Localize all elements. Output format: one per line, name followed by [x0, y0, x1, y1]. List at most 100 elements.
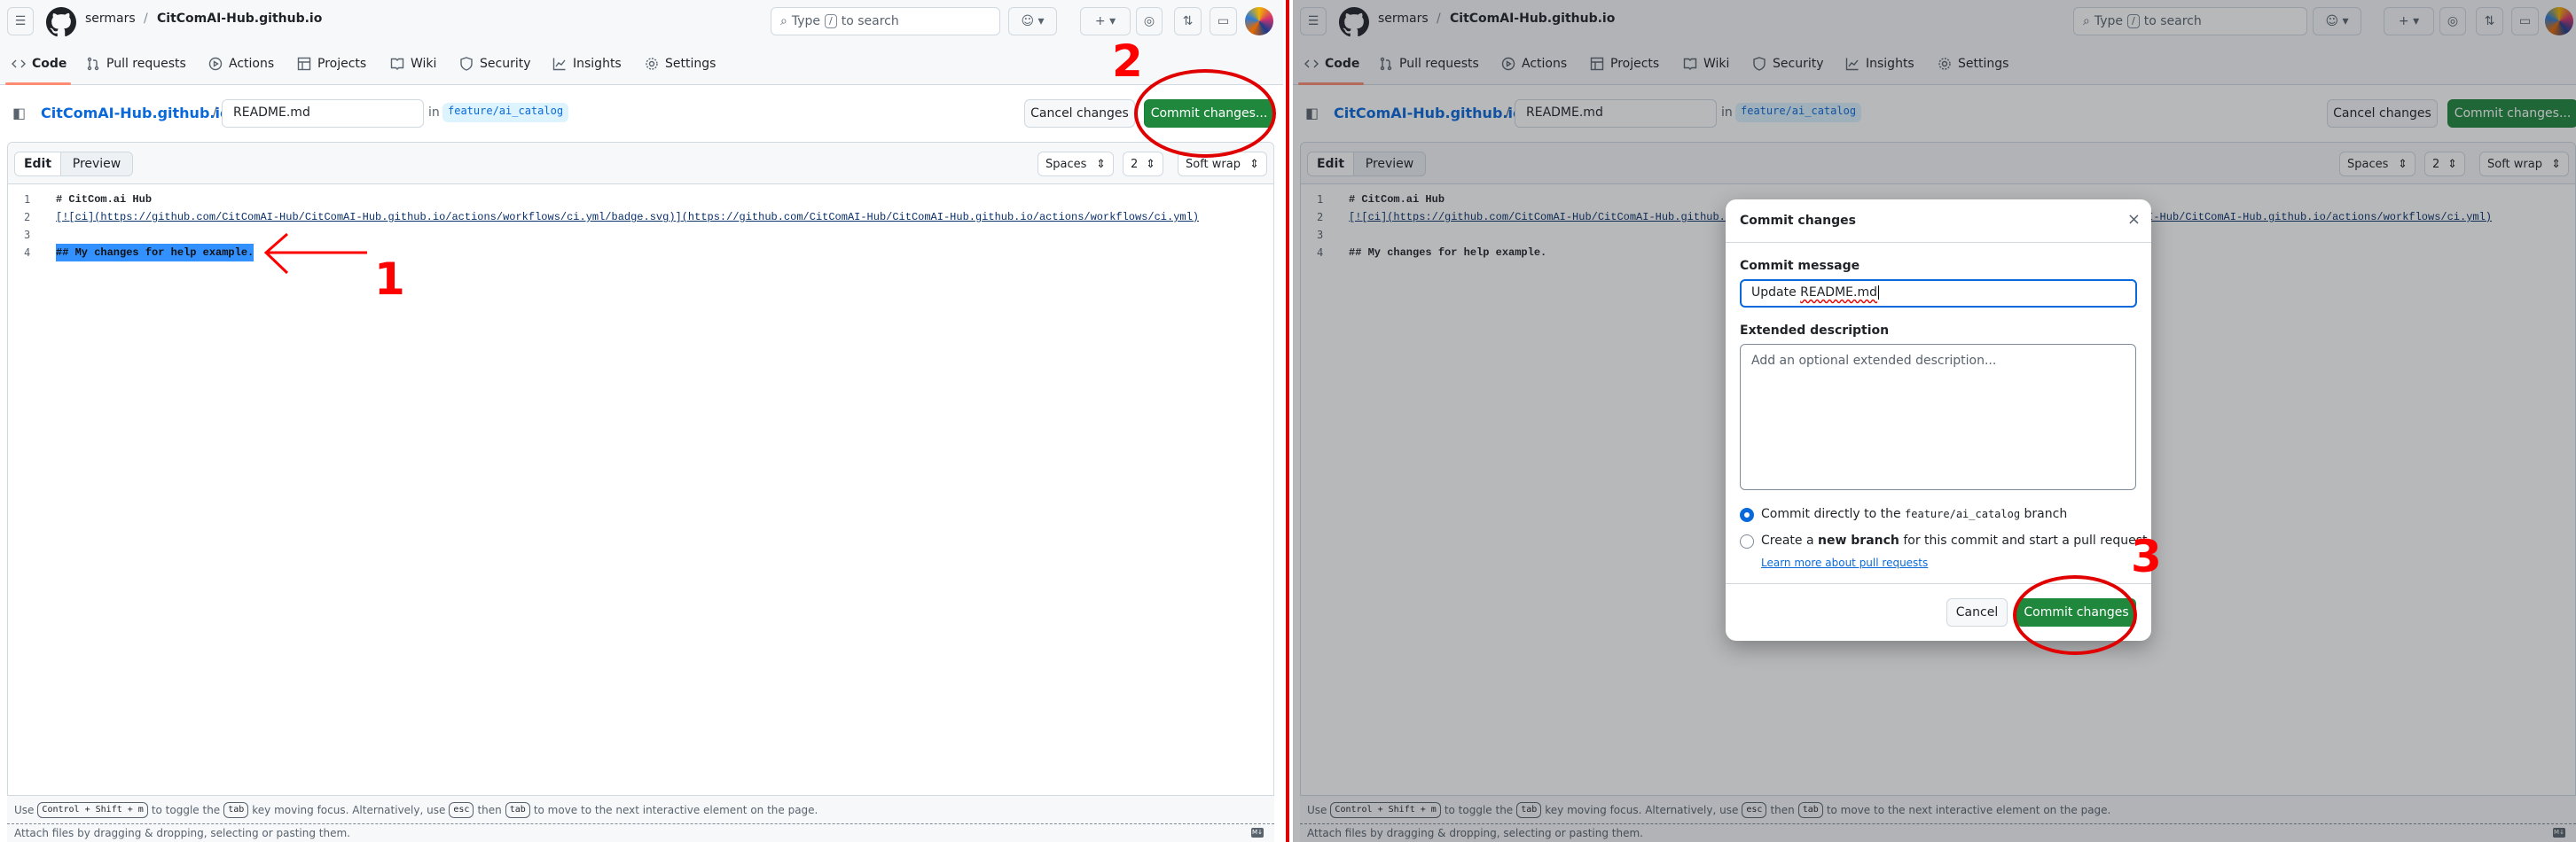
close-icon[interactable]: × [2127, 210, 2141, 229]
breadcrumb-separator: / [213, 105, 217, 120]
tab-code[interactable]: Code [12, 54, 67, 74]
option-text: branch [2024, 507, 2068, 521]
annotation-circle [1134, 69, 1276, 158]
help-text: then [477, 803, 502, 816]
annotation-step-2: 2 [1112, 35, 1143, 87]
copilot-button[interactable]: ☺ ▾ [1008, 7, 1057, 35]
chevron-down-icon: ▾ [1109, 14, 1116, 28]
indent-mode-value: Spaces [1045, 157, 1087, 171]
tab-edit[interactable]: Edit [15, 152, 61, 175]
tab-label: Projects [317, 57, 367, 71]
new-branch-radio[interactable] [1740, 534, 1754, 549]
pull-requests-button[interactable]: ⇅ [1174, 7, 1202, 35]
line-number: 1 [24, 193, 31, 206]
tab-wiki[interactable]: Wiki [390, 54, 436, 74]
filename-input[interactable]: README.md [222, 99, 424, 128]
new-branch-label[interactable]: Create a new branch for this commit and … [1761, 534, 2148, 548]
code-line: 4 ## My changes for help example. [8, 244, 1273, 261]
cancel-button[interactable]: Cancel [1946, 598, 2008, 627]
learn-more-link[interactable]: Learn more about pull requests [1761, 557, 1928, 569]
tab-pull-requests[interactable]: Pull requests [86, 54, 186, 74]
indent-size-value: 2 [1131, 157, 1139, 171]
graph-icon [552, 58, 566, 71]
branch-badge: feature/ai_catalog [442, 103, 569, 122]
line-number: 4 [24, 246, 31, 259]
editor-toolbar: Edit Preview Spaces ⇕ 2 ⇕ Soft wrap ⇕ [8, 143, 1273, 184]
indent-size-select[interactable]: 2 ⇕ [1123, 152, 1163, 176]
shield-icon [460, 57, 473, 71]
commit-changes-dialog: Commit changes × Commit message Update R… [1726, 199, 2151, 641]
tab-preview[interactable]: Preview [61, 152, 132, 175]
help-text: to move to the next interactive element … [533, 803, 818, 816]
annotation-arrow-icon [263, 232, 367, 275]
breadcrumb-repo-link[interactable]: CitComAI-Hub.github.io [41, 105, 230, 121]
create-new-button[interactable]: + ▾ [1080, 7, 1131, 35]
code-lines[interactable]: 1 # CitCom.ai Hub 2 [![ci](https://github.… [8, 191, 1273, 261]
tab-label: Insights [573, 57, 622, 71]
in-label: in [428, 105, 440, 120]
tab-label: Security [480, 57, 531, 71]
tab-label: Pull requests [106, 57, 186, 71]
selected-line-text: ## My changes for help example. [56, 244, 254, 261]
copilot-icon: ☺ [1021, 14, 1035, 28]
tab-security[interactable]: Security [459, 54, 531, 74]
search-input[interactable]: ⌕ Type / to search [771, 7, 1000, 35]
tab-settings[interactable]: Settings [645, 54, 716, 74]
markdown-icon: M↓ [1251, 828, 1264, 838]
avatar[interactable] [1245, 7, 1273, 35]
indent-mode-select[interactable]: Spaces ⇕ [1037, 152, 1114, 176]
book-icon [390, 58, 404, 70]
commit-message-text: Update [1751, 285, 1801, 300]
attach-files-bar[interactable]: Attach files by dragging & dropping, sel… [7, 824, 1274, 842]
git-pull-request-icon [87, 57, 99, 71]
search-placeholder-prefix: Type [791, 14, 820, 28]
help-text: to toggle the [151, 803, 221, 816]
wrap-mode-value: Soft wrap [1186, 157, 1241, 171]
commit-direct-label[interactable]: Commit directly to the feature/ai_catalo… [1761, 507, 2067, 521]
active-tab-indicator [5, 82, 71, 85]
path-separator: / [144, 12, 148, 26]
git-pull-request-icon: ⇅ [1182, 14, 1194, 28]
plus-icon: + [1094, 14, 1106, 28]
annotation-circle [2013, 575, 2137, 655]
tab-projects[interactable]: Projects [297, 54, 366, 74]
inbox-button[interactable]: ▭ [1210, 7, 1237, 35]
help-text: Use [14, 803, 35, 816]
annotation-step-1: 1 [374, 253, 405, 305]
owner-link[interactable]: sermars [85, 12, 136, 26]
help-text: key moving focus. Alternatively, use [252, 803, 446, 816]
code-line: 3 [8, 226, 1273, 244]
tab-insights[interactable]: Insights [552, 54, 622, 74]
attach-text: Attach files by dragging & dropping, sel… [14, 827, 350, 839]
code-icon [12, 59, 26, 68]
dialog-header: Commit changes × [1726, 199, 2151, 243]
extended-description-label: Extended description [1740, 324, 1890, 338]
tab-label: Code [32, 57, 67, 71]
github-logo-icon[interactable] [46, 7, 76, 37]
table-icon [297, 57, 311, 71]
commit-direct-radio[interactable] [1740, 508, 1754, 522]
tab-actions[interactable]: Actions [208, 54, 274, 74]
issues-button[interactable]: ◎ [1136, 7, 1163, 35]
option-text: Commit directly to the [1761, 507, 1901, 521]
chevron-down-icon: ▾ [1037, 14, 1045, 28]
esc-key: esc [449, 801, 474, 818]
repo-link[interactable]: CitComAI-Hub.github.io [157, 12, 322, 26]
issue-circle-icon: ◎ [1143, 14, 1155, 28]
code-line: 2 [![ci](https://github.com/CitComAI-Hub/… [8, 208, 1273, 226]
tab-key: tab [505, 801, 530, 818]
cancel-changes-button[interactable]: Cancel changes [1024, 99, 1135, 128]
option-bold-text: new branch [1818, 534, 1899, 548]
select-arrows-icon: ⇕ [1146, 157, 1155, 171]
edit-preview-toggle: Edit Preview [14, 152, 133, 176]
code-editor[interactable]: Edit Preview Spaces ⇕ 2 ⇕ Soft wrap ⇕ 1 # Ci… [7, 142, 1274, 842]
menu-button[interactable]: ☰ [7, 7, 34, 35]
commit-message-label: Commit message [1740, 259, 1860, 273]
extended-description-textarea[interactable]: Add an optional extended description... [1740, 344, 2136, 490]
left-screenshot-pane: ☰ sermars / CitComAI-Hub.github.io ⌕ Typ… [0, 0, 1283, 842]
file-path-row: ◧ CitComAI-Hub.github.io / README.md in … [0, 99, 1283, 128]
commit-message-input[interactable]: Update README.md [1740, 279, 2137, 308]
sidebar-expand-icon[interactable]: ◧ [12, 105, 26, 121]
search-icon: ⌕ [780, 14, 787, 28]
option-text: Create a [1761, 534, 1814, 548]
